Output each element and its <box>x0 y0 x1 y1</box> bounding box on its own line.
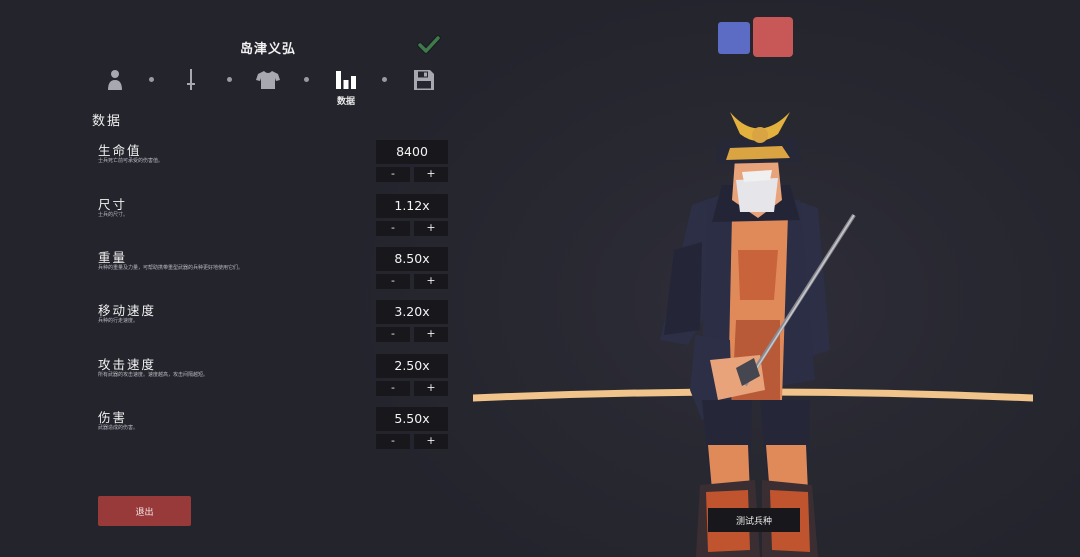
decrease-button[interactable]: - <box>376 221 410 236</box>
stat-description: 士兵的尺寸。 <box>98 212 129 218</box>
decrease-button[interactable]: - <box>376 167 410 182</box>
stat-description: 兵种的行走速度。 <box>98 318 139 324</box>
stat-value-field[interactable]: 1.12x <box>376 194 448 218</box>
stats-section-title: 数据 <box>92 114 123 129</box>
stat-description: 兵种的重量及力量，可帮助携带重型武器的兵种更好地使用它们。 <box>98 265 244 271</box>
stat-description: 士兵死亡前可承受的伤害值。 <box>98 158 164 164</box>
sword-icon <box>187 69 195 90</box>
stat-value-field[interactable]: 5.50x <box>376 407 448 431</box>
increase-button[interactable]: + <box>414 274 448 289</box>
stat-value-field[interactable]: 2.50x <box>376 354 448 378</box>
decrease-button[interactable]: - <box>376 434 410 449</box>
tab-appearance[interactable] <box>100 66 130 94</box>
person-icon <box>108 70 122 90</box>
stat-value-field[interactable]: 3.20x <box>376 300 448 324</box>
team-blue-selector[interactable] <box>718 22 750 54</box>
tab-separator-dot <box>149 77 154 82</box>
tab-weapons[interactable] <box>176 66 206 94</box>
tab-stats-label: 数据 <box>336 97 355 107</box>
stat-row-health: 生命值 士兵死亡前可承受的伤害值。 8400 - + <box>98 140 450 192</box>
stat-description: 武器造成的伤害。 <box>98 425 139 431</box>
tab-save[interactable] <box>409 66 439 94</box>
shirt-icon <box>256 71 280 89</box>
unit-name-title[interactable]: 岛津义弘 <box>168 38 368 57</box>
stat-row-damage: 伤害 武器造成的伤害。 5.50x - + <box>98 407 450 459</box>
stat-value-field[interactable]: 8.50x <box>376 247 448 271</box>
tab-separator-dot <box>227 77 232 82</box>
tab-separator-dot <box>382 77 387 82</box>
bar-chart-icon <box>336 71 356 89</box>
tab-stats[interactable] <box>331 66 361 94</box>
tab-clothing[interactable] <box>253 66 283 94</box>
increase-button[interactable]: + <box>414 327 448 342</box>
increase-button[interactable]: + <box>414 381 448 396</box>
exit-button[interactable]: 退出 <box>98 496 191 526</box>
stat-value-field[interactable]: 8400 <box>376 140 448 164</box>
stat-row-move-speed: 移动速度 兵种的行走速度。 3.20x - + <box>98 300 450 352</box>
stat-description: 所有武器的攻击速度。速度越高，攻击间隔越短。 <box>98 372 209 378</box>
save-icon <box>414 70 434 90</box>
increase-button[interactable]: + <box>414 167 448 182</box>
stat-row-attack-speed: 攻击速度 所有武器的攻击速度。速度越高，攻击间隔越短。 2.50x - + <box>98 354 450 406</box>
editor-tab-bar: 数据 <box>100 66 440 107</box>
checkmark-icon <box>417 35 441 54</box>
samurai-unit-preview[interactable] <box>640 100 880 557</box>
confirm-button[interactable] <box>416 34 442 56</box>
stat-row-size: 尺寸 士兵的尺寸。 1.12x - + <box>98 194 450 246</box>
decrease-button[interactable]: - <box>376 381 410 396</box>
test-unit-button[interactable]: 测试兵种 <box>708 508 800 532</box>
tab-separator-dot <box>304 77 309 82</box>
unit-editor-panel: 岛津义弘 数据 数据 生命值 士兵死亡前可承受的伤害值。 8400 - + 尺寸… <box>0 0 470 557</box>
team-red-selector[interactable] <box>753 17 793 57</box>
increase-button[interactable]: + <box>414 434 448 449</box>
stat-row-weight: 重量 兵种的重量及力量，可帮助携带重型武器的兵种更好地使用它们。 8.50x -… <box>98 247 450 299</box>
decrease-button[interactable]: - <box>376 274 410 289</box>
increase-button[interactable]: + <box>414 221 448 236</box>
decrease-button[interactable]: - <box>376 327 410 342</box>
